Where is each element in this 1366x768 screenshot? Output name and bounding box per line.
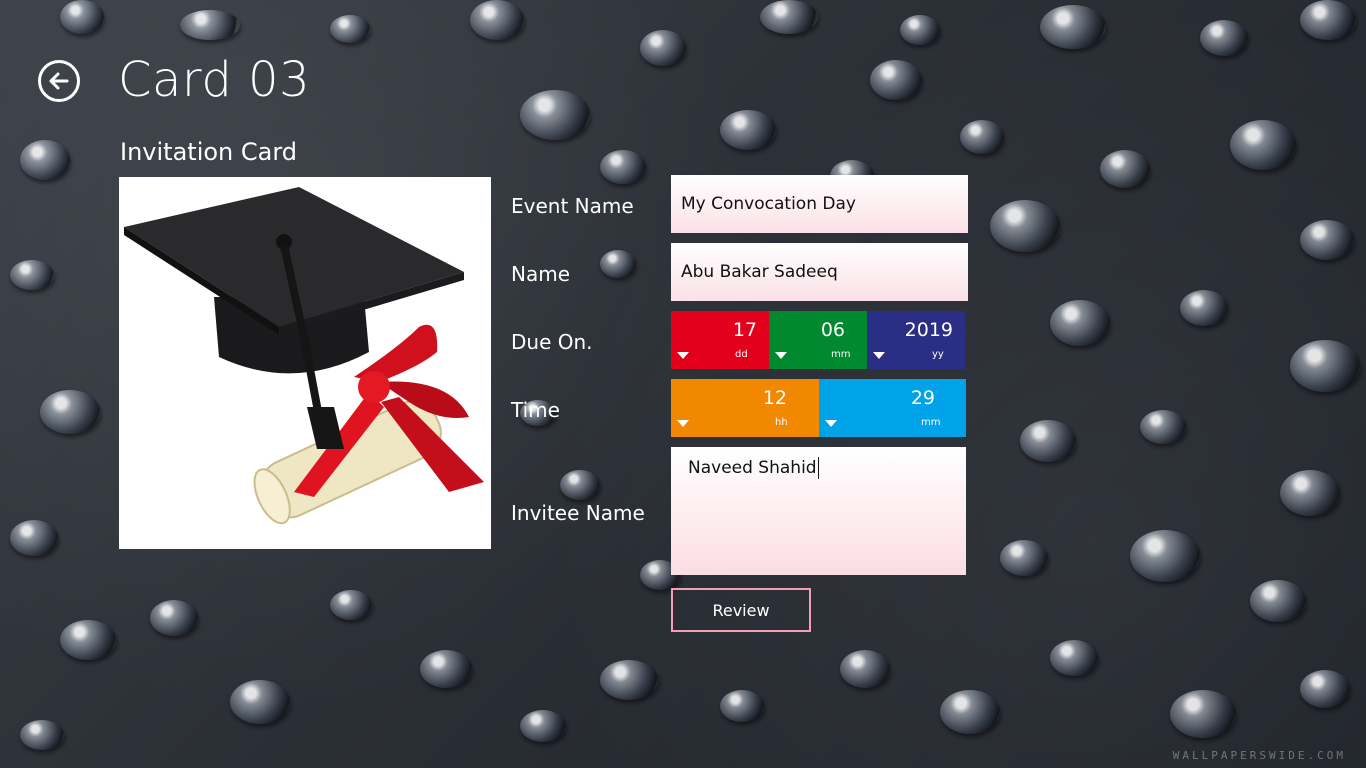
water-drop (330, 590, 372, 620)
month-value: 06 (820, 319, 845, 341)
water-drop (960, 120, 1004, 154)
card-image (119, 177, 491, 549)
day-value: 17 (732, 319, 757, 341)
water-drop (230, 680, 290, 724)
time-label: Time (511, 398, 560, 422)
water-drop (760, 0, 818, 34)
year-value: 2019 (904, 319, 953, 341)
hour-value: 12 (762, 387, 787, 409)
water-drop (520, 90, 590, 140)
water-drop (1230, 120, 1296, 170)
name-input[interactable]: Abu Bakar Sadeeq (671, 243, 968, 301)
water-drop (1200, 20, 1248, 56)
water-drop (20, 720, 64, 750)
day-picker[interactable]: 17 dd (671, 311, 769, 369)
chevron-down-icon (825, 420, 837, 427)
water-drop (600, 250, 636, 278)
month-picker[interactable]: 06 mm (769, 311, 867, 369)
water-drop (720, 690, 764, 722)
water-drop (10, 520, 58, 556)
water-drop (1140, 410, 1186, 444)
water-drop (1290, 340, 1360, 392)
text-caret (817, 457, 819, 479)
month-unit: mm (831, 349, 851, 360)
name-label: Name (511, 262, 571, 286)
year-unit: yy (932, 349, 944, 360)
water-drop (870, 60, 922, 100)
graduation-cap-icon (124, 187, 484, 525)
water-drop (1280, 470, 1340, 516)
water-drop (20, 140, 70, 180)
event-name-input[interactable]: My Convocation Day (671, 175, 968, 233)
hour-picker[interactable]: 12 hh (671, 379, 819, 437)
water-drop (1050, 640, 1098, 676)
event-name-label: Event Name (511, 194, 634, 218)
water-drop (40, 390, 100, 434)
water-drop (60, 0, 104, 34)
water-drop (330, 15, 370, 43)
day-unit: dd (735, 349, 748, 360)
chevron-down-icon (677, 352, 689, 359)
back-arrow-icon[interactable] (38, 60, 80, 102)
year-picker[interactable]: 2019 yy (867, 311, 965, 369)
water-drop (150, 600, 198, 636)
water-drop (1040, 5, 1106, 49)
water-drop (1050, 300, 1110, 346)
chevron-down-icon (677, 420, 689, 427)
water-drop (1130, 530, 1200, 582)
arrow-left-glyph (49, 72, 69, 90)
water-drop (470, 0, 524, 40)
minute-picker[interactable]: 29 mm (819, 379, 966, 437)
water-drop (1300, 220, 1354, 260)
water-drop (10, 260, 54, 290)
due-on-label: Due On. (511, 330, 593, 354)
minute-unit: mm (921, 417, 941, 428)
water-drop (180, 10, 240, 40)
water-drop (720, 110, 776, 150)
watermark: WALLPAPERSWIDE.COM (1172, 749, 1346, 762)
water-drop (520, 710, 566, 742)
water-drop (1300, 670, 1350, 708)
water-drop (1000, 540, 1048, 576)
section-subtitle: Invitation Card (120, 138, 298, 166)
water-drop (1300, 0, 1356, 40)
minute-value: 29 (910, 387, 935, 409)
invitee-name-label: Invitee Name (511, 501, 645, 525)
water-drop (1020, 420, 1076, 462)
water-drop (60, 620, 116, 660)
page-title: Card 03 (118, 52, 311, 108)
invitee-name-textarea[interactable]: Naveed Shahid (671, 447, 966, 575)
invitee-name-text: Naveed Shahid (688, 458, 817, 478)
water-drop (1170, 690, 1236, 738)
water-drop (640, 30, 686, 66)
water-drop (900, 15, 940, 45)
water-drop (600, 150, 646, 184)
water-drop (990, 200, 1060, 252)
water-drop (940, 690, 1000, 734)
water-drop (600, 660, 658, 700)
review-button[interactable]: Review (671, 588, 811, 632)
water-drop (1250, 580, 1306, 622)
water-drop (840, 650, 890, 688)
chevron-down-icon (873, 352, 885, 359)
water-drop (1100, 150, 1150, 188)
water-drop (1180, 290, 1228, 326)
water-drop (420, 650, 472, 688)
chevron-down-icon (775, 352, 787, 359)
hour-unit: hh (775, 417, 788, 428)
water-drop (560, 470, 600, 500)
